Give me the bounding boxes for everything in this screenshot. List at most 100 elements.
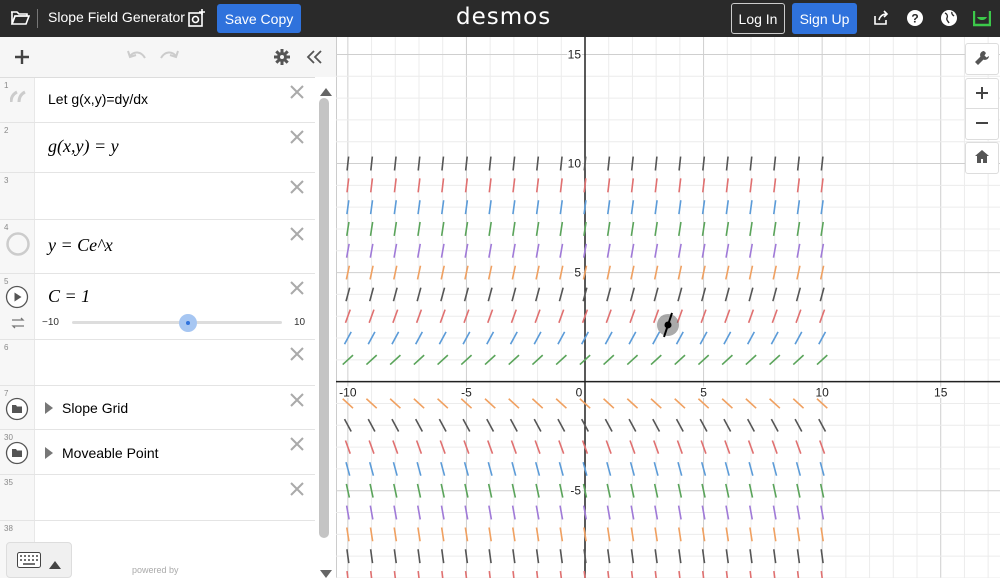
screenshot-icon[interactable] — [187, 7, 207, 29]
home-icon — [975, 150, 989, 166]
scroll-thumb[interactable] — [319, 98, 329, 538]
note-text[interactable]: Let g(x,y)=dy/dx — [48, 91, 148, 107]
slope-segment — [559, 178, 563, 193]
delete-expression-icon[interactable] — [289, 346, 309, 366]
slope-segment — [464, 221, 469, 237]
scroll-up-icon[interactable] — [320, 83, 332, 99]
expression-row-empty[interactable]: 6 — [0, 340, 315, 386]
loop-icon[interactable] — [11, 316, 25, 332]
slope-segment — [393, 156, 397, 171]
collapse-list-icon[interactable] — [304, 47, 324, 67]
expression-math[interactable]: y = Ce^x — [48, 235, 113, 256]
zoom-in-button[interactable] — [965, 78, 999, 110]
slope-segment — [346, 178, 350, 193]
settings-gear-icon[interactable] — [272, 47, 292, 67]
expand-triangle-icon[interactable] — [44, 401, 54, 417]
expression-list: 1 Let g(x,y)=dy/dx 2 g(x,y) = y 3 4 y = … — [0, 37, 337, 578]
delete-expression-icon[interactable] — [289, 392, 309, 412]
keyboard-icon — [17, 552, 41, 571]
folder-icon[interactable] — [5, 397, 29, 424]
expression-number: 6 — [4, 343, 9, 352]
delete-expression-icon[interactable] — [289, 129, 309, 149]
play-icon[interactable] — [5, 285, 29, 312]
help-icon[interactable]: ? — [905, 8, 924, 27]
slope-segment — [772, 221, 777, 237]
zoom-out-button[interactable] — [965, 108, 999, 140]
slope-segment — [417, 221, 421, 237]
slope-segment — [464, 178, 469, 193]
folder-row-slope-grid[interactable]: 7 Slope Grid — [0, 386, 315, 430]
keypad-toggle-button[interactable] — [6, 542, 72, 578]
slope-segment — [820, 156, 824, 171]
graph-settings-button[interactable] — [965, 43, 999, 75]
slope-segment — [654, 178, 658, 193]
log-in-button[interactable]: Log In — [731, 3, 785, 34]
slope-segment — [559, 527, 564, 542]
scroll-down-icon[interactable] — [320, 565, 332, 578]
expression-math[interactable]: C = 1 — [48, 286, 90, 307]
delete-expression-icon[interactable] — [289, 179, 309, 199]
y-tick-label: 5 — [574, 266, 581, 280]
slider-thumb[interactable] — [178, 314, 197, 332]
open-folder-icon[interactable] — [9, 8, 31, 28]
slope-segment — [535, 200, 540, 215]
slope-segment — [725, 221, 730, 237]
expression-row-note[interactable]: 1 Let g(x,y)=dy/dx — [0, 78, 315, 123]
expression-row-curve[interactable]: 4 y = Ce^x — [0, 220, 315, 274]
delete-expression-icon[interactable] — [289, 481, 309, 501]
slope-segment — [725, 570, 729, 581]
folder-title[interactable]: Slope Grid — [62, 400, 128, 416]
add-expression-icon[interactable] — [12, 47, 32, 67]
globe-icon[interactable] — [939, 8, 958, 27]
default-view-button[interactable] — [965, 142, 999, 174]
slope-segment — [440, 527, 445, 542]
expression-row-empty[interactable]: 35 — [0, 475, 315, 521]
save-copy-button[interactable]: Save Copy — [217, 4, 301, 33]
folder-icon[interactable] — [5, 441, 29, 468]
slope-segment — [749, 200, 753, 215]
slope-segment — [369, 221, 374, 237]
slope-segment — [820, 570, 824, 581]
graph-title[interactable]: Slope Field Generator — [48, 9, 185, 25]
slope-segment — [607, 178, 611, 193]
expression-number: 35 — [4, 478, 13, 487]
expression-number: 2 — [4, 126, 9, 135]
folder-row-moveable-point[interactable]: 30 Moveable Point — [0, 430, 315, 475]
slope-segment — [654, 527, 659, 542]
slope-segment — [583, 527, 587, 542]
sign-up-button[interactable]: Sign Up — [792, 3, 857, 34]
slope-segment — [345, 527, 350, 542]
graph-paper[interactable]: -10 -5 0 5 10 15 15 10 5 -5 — [336, 37, 1000, 581]
delete-expression-icon[interactable] — [289, 84, 309, 104]
top-bar: Slope Field Generator Save Copy desmos L… — [0, 0, 1000, 37]
slope-segment — [559, 200, 564, 215]
slope-segment — [749, 156, 753, 171]
undo-icon[interactable] — [126, 47, 148, 67]
slope-segment — [393, 221, 398, 237]
slope-segment — [606, 221, 611, 237]
expression-row-function[interactable]: 2 g(x,y) = y — [0, 123, 315, 173]
redo-icon[interactable] — [158, 47, 180, 67]
expression-row-slider[interactable]: 5 C = 1 −10 10 — [0, 274, 315, 340]
slope-segment — [346, 549, 350, 564]
account-icon[interactable] — [972, 8, 991, 27]
folder-title[interactable]: Moveable Point — [62, 445, 159, 461]
slope-segment — [820, 178, 824, 193]
slider-max[interactable]: 10 — [294, 317, 305, 328]
slider-min[interactable]: −10 — [42, 317, 59, 328]
slope-segment — [725, 156, 729, 171]
expression-row-empty[interactable]: 3 — [0, 173, 315, 220]
expression-math[interactable]: g(x,y) = y — [48, 136, 119, 157]
delete-expression-icon[interactable] — [289, 280, 309, 300]
graph-canvas[interactable]: -10 -5 0 5 10 15 15 10 5 -5 — [336, 37, 1000, 581]
hidden-visibility-icon[interactable] — [5, 231, 31, 260]
desmos-logo: desmos — [456, 4, 552, 30]
slope-segment — [488, 570, 492, 581]
slope-segment — [749, 549, 753, 564]
slider-track[interactable] — [72, 321, 282, 324]
delete-expression-icon[interactable] — [289, 226, 309, 246]
expand-triangle-icon[interactable] — [44, 446, 54, 462]
delete-expression-icon[interactable] — [289, 436, 309, 456]
expression-number: 3 — [4, 176, 9, 185]
share-icon[interactable] — [872, 9, 890, 27]
